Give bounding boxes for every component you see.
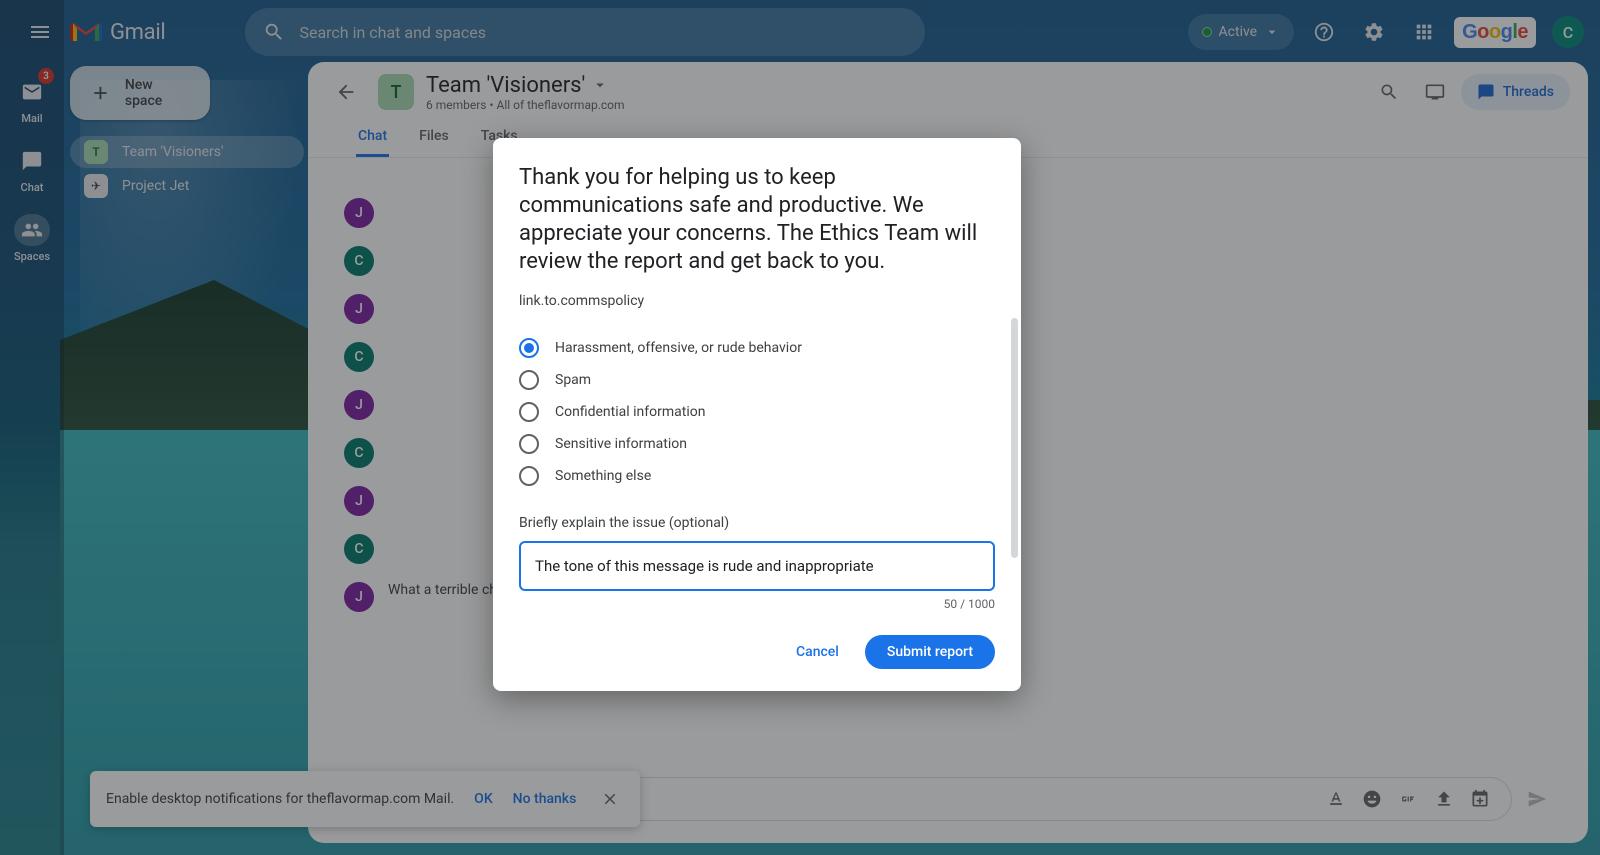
explain-input[interactable] [519,541,995,591]
radio-label: Something else [555,468,651,484]
radio-icon [519,466,539,486]
report-reason-2[interactable]: Confidential information [519,399,995,425]
cancel-button[interactable]: Cancel [780,635,855,669]
policy-link[interactable]: link.to.commspolicy [519,293,995,309]
dialog-heading: Thank you for helping us to keep communi… [519,164,995,277]
char-counter: 50 / 1000 [519,597,995,611]
report-reason-group: Harassment, offensive, or rude behavior S… [519,335,995,489]
radio-icon [519,434,539,454]
explain-label: Briefly explain the issue (optional) [519,515,995,531]
radio-label: Spam [555,372,591,388]
radio-icon [519,370,539,390]
report-dialog: Thank you for helping us to keep communi… [493,138,1021,691]
report-reason-1[interactable]: Spam [519,367,995,393]
dialog-scrollbar[interactable] [1011,318,1018,558]
radio-label: Harassment, offensive, or rude behavior [555,340,802,356]
submit-report-button[interactable]: Submit report [865,635,995,669]
radio-label: Sensitive information [555,436,687,452]
radio-label: Confidential information [555,404,705,420]
report-reason-3[interactable]: Sensitive information [519,431,995,457]
radio-icon [519,338,539,358]
report-reason-0[interactable]: Harassment, offensive, or rude behavior [519,335,995,361]
radio-icon [519,402,539,422]
report-reason-4[interactable]: Something else [519,463,995,489]
